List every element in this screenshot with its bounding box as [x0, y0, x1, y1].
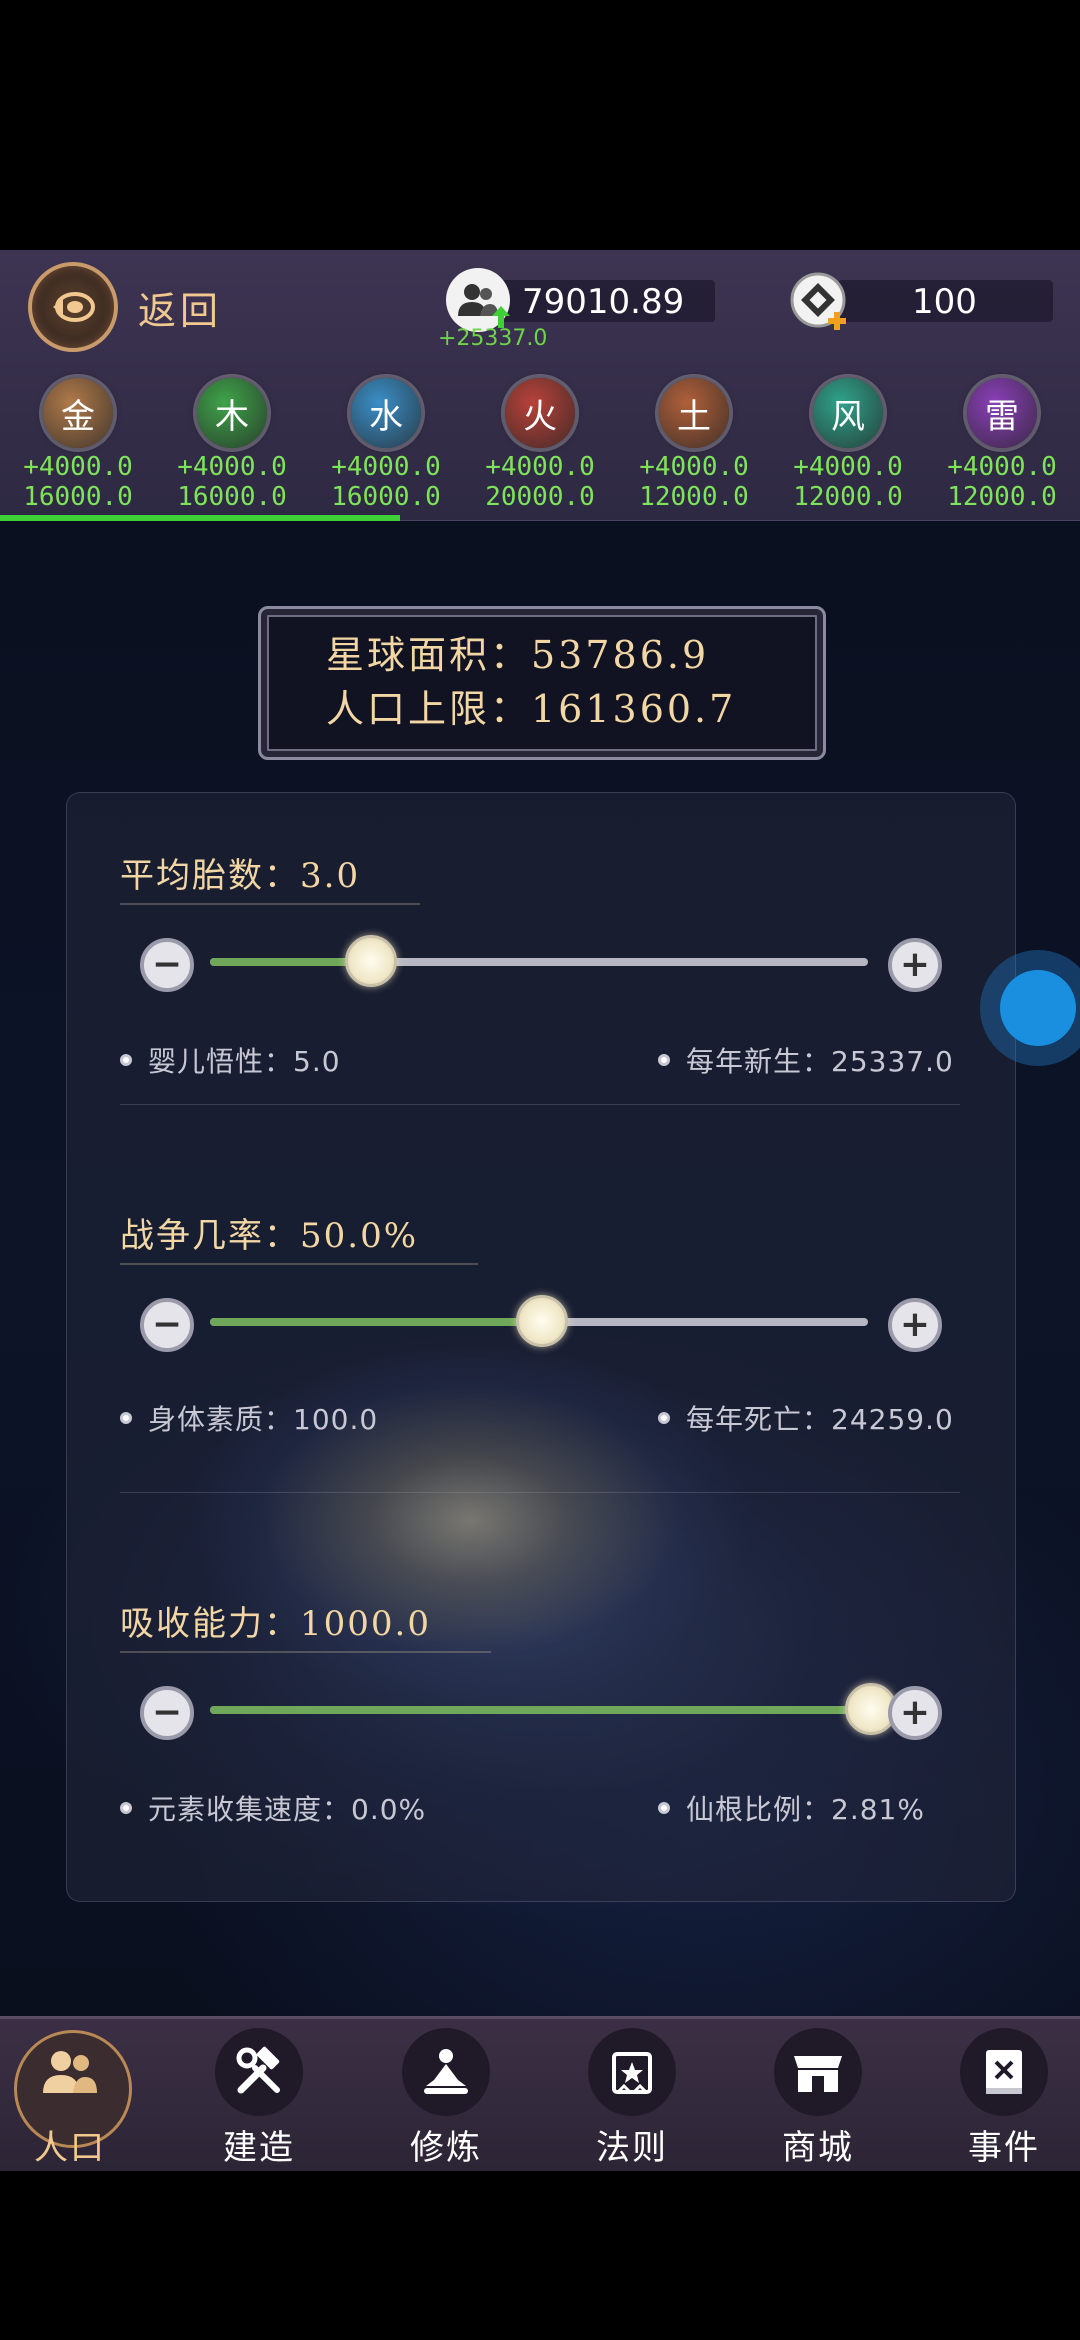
war-rate-plus-button[interactable]: +	[888, 1298, 942, 1352]
divider	[120, 1492, 960, 1493]
stat-yearly-births: 每年新生：25337.0	[658, 1040, 954, 1080]
element-gold[interactable]: 金 +4000.0 16000.0	[8, 378, 148, 512]
stat-immortal-root: 仙根比例：2.81%	[658, 1788, 925, 1828]
floating-dot-icon	[1000, 970, 1076, 1046]
nav-population[interactable]: 人口	[0, 2022, 145, 2168]
growth-arrow-icon	[492, 306, 510, 328]
element-rate: +4000.0	[177, 452, 287, 482]
law-scroll-icon	[588, 2028, 676, 2116]
element-cap: 16000.0	[23, 482, 133, 512]
birth-rate-slider[interactable]	[210, 958, 868, 966]
nav-law[interactable]: 法则	[557, 2022, 707, 2168]
stat-baby-talent: 婴儿悟性：5.0	[120, 1040, 341, 1080]
event-book-icon	[960, 2028, 1048, 2116]
element-rate: +4000.0	[485, 452, 595, 482]
element-water[interactable]: 水 +4000.0 16000.0	[316, 378, 456, 512]
stat-text: 婴儿悟性：5.0	[148, 1045, 341, 1078]
element-cap: 12000.0	[639, 482, 749, 512]
element-cap: 20000.0	[485, 482, 595, 512]
element-earth[interactable]: 土 +4000.0 12000.0	[624, 378, 764, 512]
nav-label: 商城	[782, 2128, 854, 2168]
population-value: 79010.89	[522, 282, 685, 322]
element-fire[interactable]: 火 +4000.0 20000.0	[470, 378, 610, 512]
bullet-icon	[120, 1054, 132, 1066]
population-delta: +25337.0	[438, 326, 548, 351]
element-thunder[interactable]: 雷 +4000.0 12000.0	[932, 378, 1072, 512]
element-cap: 12000.0	[793, 482, 903, 512]
war-rate-minus-button[interactable]: −	[140, 1298, 194, 1352]
back-label: 返回	[138, 288, 223, 333]
nav-shop[interactable]: 商城	[743, 2022, 893, 2168]
stat-text: 仙根比例：2.81%	[686, 1793, 925, 1826]
element-cap: 16000.0	[177, 482, 287, 512]
stat-text: 元素收集速度：0.0%	[148, 1793, 427, 1826]
bullet-icon	[120, 1802, 132, 1814]
stat-element-speed: 元素收集速度：0.0%	[120, 1788, 426, 1828]
back-button[interactable]: 返回	[28, 262, 228, 352]
element-orb: 火	[505, 378, 575, 448]
nav-events[interactable]: 事件	[929, 2022, 1079, 2168]
stat-yearly-deaths: 每年死亡：24259.0	[658, 1398, 954, 1438]
war-rate-title: 战争几率：50.0%	[120, 1208, 479, 1265]
stat-text: 每年新生：25337.0	[686, 1045, 954, 1078]
element-orb: 水	[351, 378, 421, 448]
nav-label: 法则	[596, 2128, 668, 2168]
element-wind[interactable]: 风 +4000.0 12000.0	[778, 378, 918, 512]
element-rate: +4000.0	[639, 452, 749, 482]
stat-text: 每年死亡：24259.0	[686, 1403, 954, 1436]
bullet-icon	[120, 1412, 132, 1424]
back-icon	[28, 262, 118, 352]
absorb-title: 吸收能力：1000.0	[120, 1596, 491, 1653]
element-orb: 金	[43, 378, 113, 448]
nav-build[interactable]: 建造	[184, 2022, 334, 2168]
element-cap: 12000.0	[947, 482, 1057, 512]
war-rate-knob[interactable]	[516, 1295, 568, 1347]
planet-area: 星球面积：53786.9	[326, 633, 710, 677]
element-rate: +4000.0	[23, 452, 133, 482]
meditation-icon	[402, 2028, 490, 2116]
birth-rate-plus-button[interactable]: +	[888, 938, 942, 992]
birth-rate-minus-button[interactable]: −	[140, 938, 194, 992]
slider-fill	[210, 1706, 868, 1714]
element-rate: +4000.0	[793, 452, 903, 482]
absorb-minus-button[interactable]: −	[140, 1686, 194, 1740]
coin-value: 100	[912, 282, 977, 322]
stat-text: 身体素质：100.0	[148, 1403, 379, 1436]
divider	[120, 1104, 960, 1105]
birth-rate-title: 平均胎数：3.0	[120, 848, 421, 905]
bullet-icon	[658, 1054, 670, 1066]
hammer-wrench-icon	[215, 2028, 303, 2116]
absorb-slider[interactable]	[210, 1706, 868, 1714]
element-orb: 土	[659, 378, 729, 448]
element-wood[interactable]: 木 +4000.0 16000.0	[162, 378, 302, 512]
bottom-nav	[0, 2016, 1080, 2171]
nav-label: 事件	[968, 2128, 1040, 2168]
stat-physique: 身体素质：100.0	[120, 1398, 378, 1438]
nav-label: 修炼	[410, 2128, 482, 2168]
coin-icon[interactable]	[788, 270, 850, 332]
element-rate: +4000.0	[947, 452, 1057, 482]
birth-rate-knob[interactable]	[344, 935, 397, 987]
absorb-plus-button[interactable]: +	[888, 1686, 942, 1740]
element-orb: 风	[813, 378, 883, 448]
element-cap: 16000.0	[331, 482, 441, 512]
nav-label: 建造	[223, 2128, 295, 2168]
nav-cultivate[interactable]: 修炼	[371, 2022, 521, 2168]
shop-icon	[774, 2028, 862, 2116]
nav-label: 人口	[34, 2128, 106, 2168]
people-icon	[26, 2028, 114, 2116]
element-orb: 木	[197, 378, 267, 448]
population-cap: 人口上限：161360.7	[326, 687, 737, 731]
element-rate: +4000.0	[331, 452, 441, 482]
element-orb: 雷	[967, 378, 1037, 448]
bullet-icon	[658, 1802, 670, 1814]
slider-fill	[210, 1318, 539, 1326]
bullet-icon	[658, 1412, 670, 1424]
